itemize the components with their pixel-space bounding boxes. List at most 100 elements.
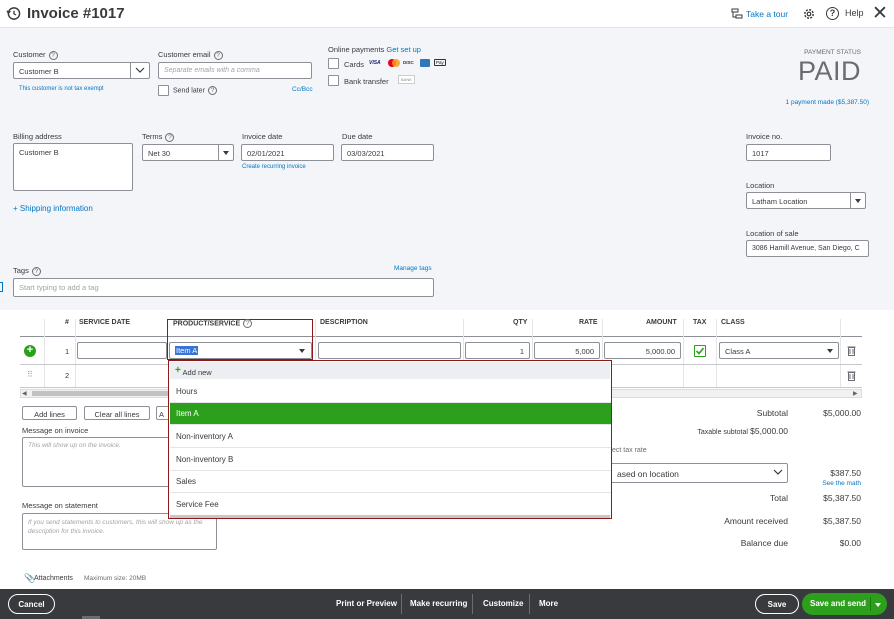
- create-recurring-link[interactable]: Create recurring invoice: [242, 164, 306, 170]
- get-set-up-link[interactable]: Get set up: [386, 45, 421, 54]
- payment-status-value: PAID: [797, 56, 861, 86]
- help-icon: ?: [48, 50, 58, 60]
- description-field[interactable]: [318, 342, 461, 359]
- invoice-date-label: Invoice date: [242, 132, 283, 141]
- payment-status-label: PAYMENT STATUS: [804, 49, 861, 56]
- tour-icon[interactable]: [731, 8, 743, 20]
- location-of-sale-field[interactable]: 3086 Hamill Avenue, San Diego, C: [746, 240, 869, 257]
- dropdown-item-non-inventory-a[interactable]: Non-inventory A: [170, 426, 611, 448]
- product-service-select[interactable]: Item A: [169, 342, 312, 359]
- see-the-math-link[interactable]: See the math: [801, 480, 861, 487]
- card-badge-amex: [420, 59, 430, 67]
- caret-down-icon[interactable]: [855, 199, 861, 203]
- location-divider: [850, 193, 851, 208]
- caret-down-icon[interactable]: [299, 349, 305, 353]
- tags-input[interactable]: Start typing to add a tag: [13, 278, 434, 297]
- dropdown-add-new[interactable]: + Add new: [170, 362, 610, 379]
- tax-rate-label: ect tax rate: [612, 447, 647, 454]
- customize-button[interactable]: Customize: [483, 599, 523, 608]
- qty-field[interactable]: 1: [465, 342, 530, 359]
- scroll-left-icon[interactable]: ◀: [22, 390, 27, 397]
- help-label[interactable]: Help: [845, 8, 864, 18]
- dropdown-item-service-fee[interactable]: Service Fee: [170, 494, 611, 516]
- cancel-button[interactable]: Cancel: [8, 594, 55, 614]
- card-badge-mastercard: [388, 59, 400, 67]
- cards-label: Cards: [344, 60, 365, 69]
- taxable-subtotal: Taxable subtotal $5,000.00: [697, 426, 788, 436]
- add-lines-button[interactable]: Add lines: [22, 406, 77, 420]
- more-button[interactable]: More: [539, 599, 558, 608]
- drag-handle-icon[interactable]: ⠿: [27, 370, 33, 379]
- manage-tags-link[interactable]: Manage tags: [394, 265, 432, 272]
- invoice-no-label: Invoice no.: [746, 132, 783, 141]
- invoice-date-field[interactable]: 02/01/2021: [241, 144, 334, 161]
- help-icon[interactable]: ?: [826, 7, 839, 20]
- location-select[interactable]: Latham Location: [746, 192, 866, 209]
- tax-value: $387.50: [830, 468, 861, 478]
- rate-field[interactable]: 5,000: [534, 342, 600, 359]
- shipping-info-link[interactable]: + Shipping information: [13, 204, 93, 213]
- trash-icon[interactable]: [847, 370, 856, 381]
- make-recurring-button[interactable]: Make recurring: [410, 599, 467, 608]
- gear-icon[interactable]: [802, 7, 816, 21]
- footer-divider: [401, 594, 402, 614]
- bank-transfer-checkbox[interactable]: [328, 75, 339, 86]
- col-header-num: #: [65, 319, 69, 326]
- invoice-no-field[interactable]: 1017: [746, 144, 831, 161]
- dropdown-item-hours[interactable]: Hours: [170, 381, 611, 403]
- scroll-right-icon[interactable]: ▶: [853, 390, 858, 397]
- dropdown-item-sales[interactable]: Sales: [170, 471, 611, 493]
- side-marker: [0, 282, 3, 292]
- message-statement-label: Message on statement: [22, 501, 98, 510]
- table-col-line: [840, 319, 841, 387]
- class-select[interactable]: Class A: [719, 342, 839, 359]
- help-icon: ?: [213, 50, 223, 60]
- scroll-thumb[interactable]: [32, 391, 172, 396]
- caret-down-icon[interactable]: [223, 151, 229, 155]
- save-send-divider: [870, 597, 871, 611]
- plus-icon: +: [175, 365, 181, 376]
- card-badge-discover: DISC: [403, 60, 414, 65]
- help-icon: ?: [165, 132, 175, 142]
- history-icon[interactable]: [6, 6, 21, 21]
- cc-bcc-link[interactable]: Cc/Bcc: [292, 86, 313, 93]
- service-date-field[interactable]: [77, 342, 167, 359]
- dropdown-item-non-inventory-b[interactable]: Non-inventory B: [170, 449, 611, 471]
- chevron-down-icon[interactable]: [135, 67, 145, 74]
- help-icon: ?: [243, 319, 253, 328]
- balance-due-value: $0.00: [839, 538, 861, 548]
- terms-select[interactable]: Net 30: [142, 144, 234, 161]
- subtotal-value: $5,000.00: [823, 408, 861, 418]
- payments-made-link[interactable]: 1 payment made ($5,387.50): [760, 99, 869, 106]
- message-invoice-label: Message on invoice: [22, 426, 89, 435]
- trash-icon[interactable]: [847, 345, 856, 356]
- email-field[interactable]: Separate emails with a comma: [158, 62, 312, 79]
- take-tour-link[interactable]: Take a tour: [746, 9, 788, 19]
- save-button[interactable]: Save: [755, 594, 799, 614]
- card-badge-visa: VISA: [369, 60, 381, 66]
- col-header-rate: RATE: [579, 319, 598, 326]
- tax-rate-select[interactable]: ased on location: [612, 463, 788, 483]
- caret-down-icon[interactable]: [875, 603, 881, 607]
- print-preview-button[interactable]: Print or Preview: [336, 599, 397, 608]
- tax-exempt-note: This customer is not tax exempt: [19, 86, 104, 92]
- attachments-label[interactable]: Attachments: [34, 575, 73, 582]
- billing-address-field[interactable]: Customer B: [13, 143, 133, 191]
- close-icon[interactable]: ✕: [872, 2, 888, 25]
- tax-checkbox[interactable]: [694, 345, 706, 357]
- card-badge-applepay: Pay: [434, 59, 446, 66]
- col-header-class: CLASS: [721, 319, 745, 326]
- location-of-sale-label: Location of sale: [746, 229, 799, 238]
- amount-field[interactable]: 5,000.00: [604, 342, 681, 359]
- add-row-icon[interactable]: +: [24, 345, 36, 357]
- clear-all-lines-button[interactable]: Clear all lines: [84, 406, 150, 420]
- row-number: 2: [65, 371, 70, 380]
- send-later-checkbox[interactable]: [158, 85, 169, 96]
- send-later-label: Send later?: [173, 86, 217, 95]
- due-date-field[interactable]: 03/03/2021: [341, 144, 434, 161]
- cards-checkbox[interactable]: [328, 58, 339, 69]
- chevron-down-icon[interactable]: [773, 469, 783, 476]
- footer-divider: [472, 594, 473, 614]
- dropdown-item-selected[interactable]: Item A: [170, 403, 611, 425]
- caret-down-icon[interactable]: [827, 349, 833, 353]
